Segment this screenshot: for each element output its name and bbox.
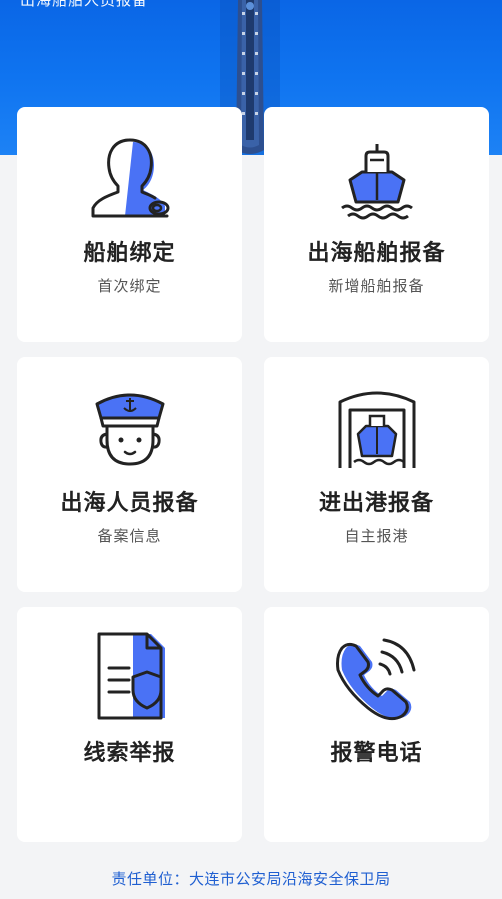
card-port-report[interactable]: 进出港报备 自主报港 [264,357,489,592]
card-subtitle: 首次绑定 [97,277,162,295]
footer-responsible-unit: 责任单位：大连市公安局沿海安全保卫局 [111,870,391,888]
ship-on-waves-icon [340,144,413,220]
card-title: 出海人员报备 [60,491,199,516]
document-shield-icon [97,632,165,720]
card-clue-report[interactable]: 线索举报 [17,607,242,842]
card-subtitle: 备案信息 [97,527,162,545]
card-title: 船舶绑定 [83,241,176,266]
phone-call-icon [335,638,415,721]
card-crew-report[interactable]: 出海人员报备 备案信息 [17,357,242,592]
card-title: 进出港报备 [318,491,434,516]
card-subtitle: 自主报港 [344,527,409,545]
card-vessel-report[interactable]: 出海船舶报备 新增船舶报备 [264,107,489,342]
card-title: 线索举报 [83,741,176,766]
card-subtitle: 新增船舶报备 [328,277,425,295]
card-emergency-call[interactable]: 报警电话 [264,607,489,842]
person-with-rope-icon [91,138,169,218]
card-title: 出海船舶报备 [307,241,446,266]
sailor-captain-icon [95,393,164,466]
banner-subtitle: 出海船舶人员报备 [20,0,149,9]
ship-in-harbor-gate-icon [338,391,415,468]
card-vessel-binding[interactable]: 船舶绑定 首次绑定 [17,107,242,342]
card-title: 报警电话 [330,741,423,766]
